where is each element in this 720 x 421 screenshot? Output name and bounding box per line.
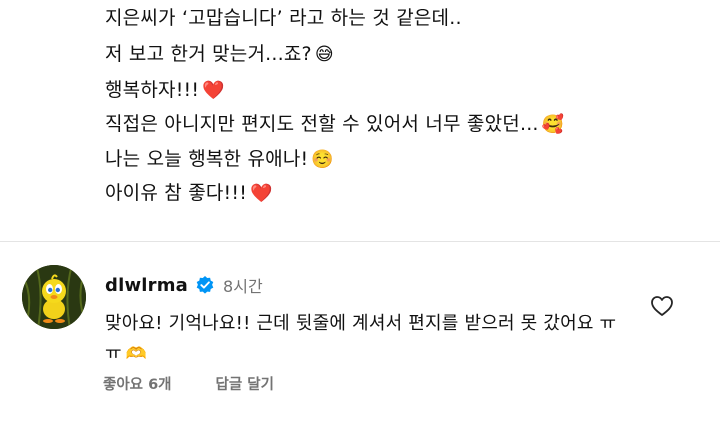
comment-actions: 좋아요 6개 답글 달기 bbox=[103, 373, 274, 394]
avatar[interactable] bbox=[22, 265, 86, 329]
grinning-sweat-emoji: 😅 bbox=[314, 44, 334, 65]
likes-count[interactable]: 좋아요 6개 bbox=[103, 373, 172, 394]
verified-badge-icon bbox=[196, 276, 214, 294]
caption-line: 지은씨가 ‘고맙습니다’ 라고 하는 것 같은데.. bbox=[105, 7, 462, 29]
reply-button[interactable]: 답글 달기 bbox=[216, 373, 274, 394]
caption-line: 나는 오늘 행복한 유애나! ☺️ bbox=[105, 148, 334, 170]
timestamp: 8시간 bbox=[223, 277, 263, 296]
comment-header: dlwlrma 8시간 bbox=[105, 272, 263, 298]
heart-outline-icon bbox=[651, 296, 673, 316]
caption-line: 아이유 참 좋다!!! ❤️ bbox=[105, 182, 273, 204]
username-link[interactable]: dlwlrma bbox=[105, 275, 188, 296]
section-divider bbox=[0, 241, 720, 242]
like-button[interactable] bbox=[650, 295, 674, 317]
red-heart-emoji: ❤️ bbox=[202, 80, 225, 101]
caption-line: 행복하자!!! ❤️ bbox=[105, 79, 225, 101]
red-heart-emoji: ❤️ bbox=[250, 183, 273, 204]
caption-line: 직접은 아니지만 편지도 전할 수 있어서 너무 좋았던... 🥰 bbox=[105, 113, 565, 135]
tweety-bird-avatar-icon bbox=[22, 265, 86, 329]
heart-hands-emoji: 🫶 bbox=[125, 344, 148, 364]
smiling-face-emoji: ☺️ bbox=[311, 149, 334, 170]
smiling-hearts-emoji: 🥰 bbox=[541, 114, 565, 135]
caption-line: 저 보고 한거 맞는거...죠? 😅 bbox=[105, 43, 334, 65]
comment-body: 맞아요! 기억나요!! 근데 뒷줄에 계셔서 편지를 받으러 못 갔어요 ㅠㅠ 🫶 bbox=[105, 313, 617, 364]
